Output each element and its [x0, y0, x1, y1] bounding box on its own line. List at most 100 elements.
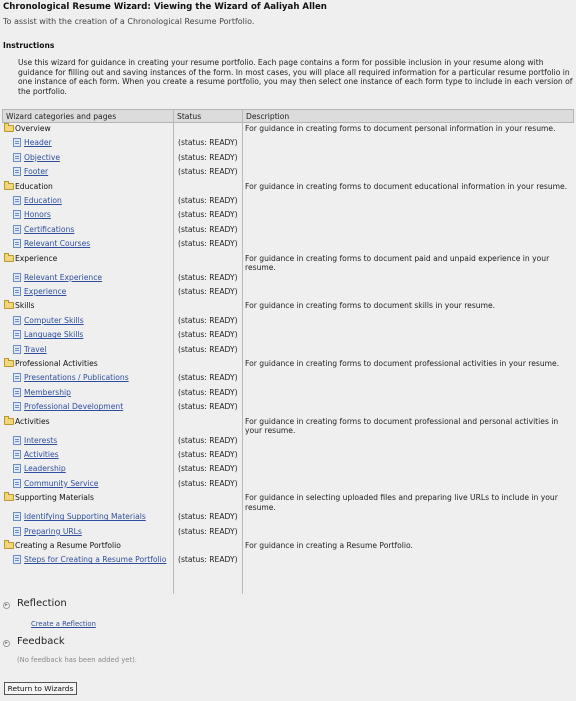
category-description: For guidance in creating forms to docume… [245, 253, 550, 273]
wizard-page-link[interactable]: Objective [24, 153, 60, 162]
page-icon [13, 272, 21, 282]
page-status: (status: READY) [178, 239, 238, 249]
page-status: (status: READY) [178, 330, 238, 340]
page-status: (status: READY) [178, 478, 238, 488]
wizard-table: Wizard categories and pages Status Descr… [2, 109, 574, 594]
page-icon [13, 526, 21, 536]
page-icon [13, 435, 21, 445]
wizard-page-link[interactable]: Honors [24, 210, 51, 219]
wizard-page-link[interactable]: Travel [24, 345, 47, 354]
wizard-page-link[interactable]: Identifying Supporting Materials [24, 512, 146, 521]
category-label: Activities [15, 416, 50, 426]
page-icon [13, 344, 21, 354]
folder-icon [4, 300, 14, 310]
category-description: For guidance in creating forms to docume… [245, 124, 556, 133]
wizard-page-link[interactable]: Certifications [24, 225, 74, 234]
category-description: For guidance in creating forms to docume… [245, 416, 559, 436]
wizard-page-link[interactable]: Experience [24, 287, 66, 296]
page-status: (status: READY) [178, 464, 238, 474]
column-header-status: Status [177, 112, 202, 121]
expand-feedback-icon[interactable]: ▸ [3, 640, 10, 647]
wizard-page-link[interactable]: Professional Development [24, 402, 123, 411]
page-status: (status: READY) [178, 224, 238, 234]
wizard-page-link[interactable]: Community Service [24, 479, 98, 488]
page-status: (status: READY) [178, 512, 238, 522]
page-icon [13, 555, 21, 565]
table-header: Wizard categories and pages Status Descr… [2, 109, 574, 123]
category-description: For guidance in selecting uploaded files… [245, 493, 558, 512]
category-label: Experience [15, 253, 58, 263]
category-description: For guidance in creating forms to docume… [245, 301, 496, 311]
page-status: (status: READY) [178, 287, 238, 296]
page-title: Chronological Resume Wizard: Viewing the… [3, 2, 327, 12]
folder-icon [4, 123, 14, 132]
page-status: (status: READY) [178, 272, 238, 282]
page-status: (status: READY) [178, 315, 238, 325]
wizard-page-link[interactable]: Activities [24, 450, 59, 459]
page-icon [13, 167, 21, 177]
instructions-text: Use this wizard for guidance in creating… [18, 58, 573, 96]
category-description: For guidance in creating forms to docume… [245, 359, 560, 368]
page-status: (status: READY) [178, 526, 238, 536]
page-icon [13, 239, 21, 249]
page-icon [13, 464, 21, 474]
category-description: For guidance in creating a Resume Portfo… [245, 541, 413, 550]
page-status: (status: READY) [178, 210, 238, 220]
page-icon [13, 478, 21, 488]
feedback-heading-label: Feedback [17, 636, 65, 647]
category-label: Creating a Resume Portfolio [15, 541, 121, 550]
page-icon [13, 512, 21, 522]
page-status: (status: READY) [178, 450, 238, 459]
wizard-page-link[interactable]: Relevant Courses [24, 239, 90, 248]
wizard-page-link[interactable]: Computer Skills [24, 316, 84, 325]
folder-icon [4, 492, 14, 502]
page-icon [13, 402, 21, 412]
folder-icon [4, 358, 14, 367]
column-header-description: Description [246, 112, 290, 121]
return-to-wizards-button[interactable]: Return to Wizards [4, 682, 77, 695]
page-icon [13, 387, 21, 397]
create-reflection-link[interactable]: Create a Reflection [31, 620, 96, 628]
expand-reflection-icon[interactable]: ▸ [3, 602, 10, 609]
page-icon [13, 210, 21, 220]
folder-icon [4, 540, 14, 549]
page-icon [13, 330, 21, 340]
page-status: (status: READY) [178, 402, 238, 412]
wizard-page-link[interactable]: Header [24, 138, 52, 147]
wizard-page-link[interactable]: Leadership [24, 464, 66, 473]
folder-icon [4, 180, 14, 190]
page-icon [13, 450, 21, 459]
wizard-page-link[interactable]: Footer [24, 167, 48, 176]
page-status: (status: READY) [178, 138, 238, 148]
page-status: (status: READY) [178, 435, 238, 445]
page-icon [13, 138, 21, 148]
folder-icon [4, 415, 14, 425]
page-icon [13, 196, 21, 205]
page-status: (status: READY) [178, 373, 238, 383]
wizard-page-link[interactable]: Steps for Creating a Resume Portfolio [24, 555, 166, 564]
wizard-page-link[interactable]: Interests [24, 436, 57, 445]
page-status: (status: READY) [178, 152, 238, 162]
folder-icon [4, 252, 14, 262]
instructions-heading: Instructions [3, 41, 55, 50]
column-divider [242, 109, 243, 594]
wizard-page-link[interactable]: Language Skills [24, 330, 83, 339]
reflection-heading[interactable]: Reflection [17, 598, 67, 609]
reflection-heading-label: Reflection [17, 598, 67, 609]
category-description: For guidance in creating forms to docume… [245, 181, 568, 191]
feedback-heading[interactable]: Feedback [17, 636, 65, 647]
wizard-page-link[interactable]: Presentations / Publications [24, 373, 129, 382]
page-status: (status: READY) [178, 344, 238, 354]
page-status: (status: READY) [178, 196, 238, 205]
column-divider [173, 109, 174, 594]
page-status: (status: READY) [178, 167, 238, 177]
wizard-page-link[interactable]: Relevant Experience [24, 273, 102, 282]
wizard-page-link[interactable]: Education [24, 196, 62, 205]
wizard-page-link[interactable]: Membership [24, 388, 71, 397]
page-status: (status: READY) [178, 387, 238, 397]
wizard-page-link[interactable]: Preparing URLs [24, 527, 82, 536]
page-icon [13, 224, 21, 234]
feedback-empty-text: (No feedback has been added yet). [17, 656, 137, 664]
category-label: Professional Activities [15, 359, 98, 368]
page-status: (status: READY) [178, 555, 238, 565]
